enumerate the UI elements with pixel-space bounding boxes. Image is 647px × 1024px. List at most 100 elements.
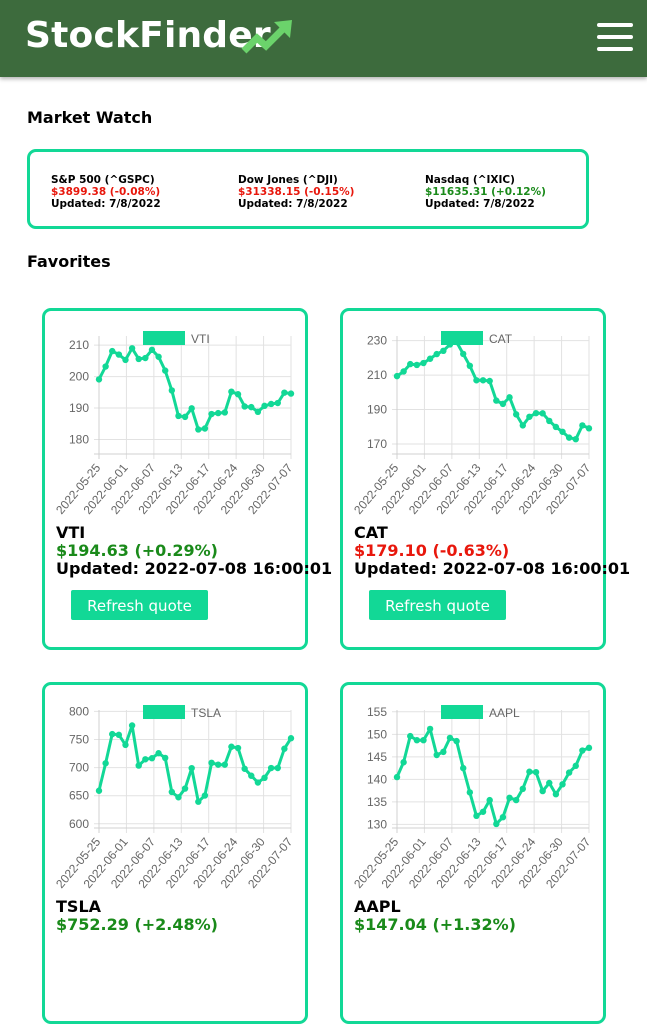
data-point — [274, 399, 281, 407]
data-point — [142, 354, 149, 362]
data-point — [539, 410, 546, 417]
y-tick-label: 190 — [69, 401, 89, 415]
card-symbol: VTI — [56, 523, 86, 542]
data-point — [407, 360, 414, 368]
favorite-card: 130 135 140 145 150 155 2022-05-25 2022-06-01 20… — [340, 682, 606, 1024]
data-point — [433, 350, 440, 358]
card-symbol: CAT — [354, 523, 388, 542]
data-point — [446, 734, 454, 742]
data-point — [585, 425, 593, 432]
data-point — [241, 765, 248, 772]
trend-up-icon — [241, 20, 292, 54]
data-point — [565, 434, 573, 441]
y-tick-label: 210 — [367, 368, 387, 382]
market-item-dow: Dow Jones (^DJI) $31338.15 (-0.15%) Upda… — [238, 174, 354, 210]
stock-chart: 1801902002102022-05-252022-06-012022-06-… — [53, 331, 296, 517]
y-tick-label: 150 — [367, 727, 387, 741]
data-point — [473, 812, 480, 820]
data-point — [162, 754, 169, 762]
data-point — [188, 764, 195, 772]
data-point — [479, 377, 487, 384]
data-point — [261, 774, 268, 782]
data-point — [95, 787, 103, 794]
data-point — [512, 411, 520, 418]
data-point — [479, 808, 487, 815]
y-tick-label: 200 — [69, 370, 89, 384]
brand-logo[interactable]: StockFinder — [25, 14, 271, 58]
y-tick-label: 130 — [367, 817, 387, 831]
market-item-name: Nasdaq (^IXIC) — [425, 174, 515, 186]
data-point — [175, 794, 182, 801]
data-point — [175, 412, 182, 420]
market-item-quote: $11635.31 (+0.12%) — [425, 186, 546, 198]
data-point — [440, 748, 447, 756]
stock-chart: 1701902102302022-05-252022-06-012022-06-… — [351, 331, 594, 517]
data-point — [552, 791, 560, 798]
data-point — [579, 422, 586, 429]
data-point — [148, 346, 156, 354]
data-point — [460, 350, 467, 358]
y-tick-label: 145 — [367, 750, 387, 764]
data-point — [168, 788, 176, 796]
data-point — [493, 397, 500, 404]
legend-swatch — [441, 705, 483, 719]
refresh-quote-button[interactable]: Refresh quote — [71, 590, 208, 620]
card-updated: Updated: 2022-07-08 16:00:01 — [56, 559, 333, 578]
y-tick-label: 155 — [367, 705, 387, 719]
data-point — [453, 338, 460, 346]
data-point — [122, 356, 129, 364]
data-point — [195, 798, 202, 805]
y-tick-label: 750 — [69, 733, 89, 747]
card-updated: Updated: 2022-07-08 16:00:01 — [354, 559, 631, 578]
data-point — [267, 400, 275, 408]
data-point — [585, 744, 593, 752]
data-point — [201, 425, 209, 432]
data-point — [109, 730, 116, 738]
card-price: $179.10 (-0.63%) — [354, 541, 510, 560]
data-point — [546, 779, 553, 787]
data-point — [486, 377, 493, 385]
legend-swatch — [143, 331, 185, 345]
data-point — [122, 741, 129, 749]
stock-chart: 1301351401451501552022-05-252022-06-0120… — [351, 705, 593, 891]
market-item-updated: Updated: 7/8/2022 — [238, 198, 348, 210]
data-point — [499, 400, 507, 408]
data-point — [274, 764, 281, 772]
card-price: $752.29 (+2.48%) — [56, 915, 218, 934]
data-point — [413, 361, 421, 369]
data-point — [135, 762, 142, 769]
data-point — [188, 405, 195, 412]
data-point — [532, 768, 540, 776]
hamburger-menu-button[interactable] — [597, 23, 633, 51]
data-point — [228, 388, 235, 395]
y-tick-label: 800 — [69, 704, 89, 718]
data-point — [248, 772, 255, 779]
card-symbol: AAPL — [354, 897, 401, 916]
data-point — [208, 410, 215, 418]
data-point — [440, 347, 447, 355]
y-tick-label: 190 — [367, 403, 387, 417]
data-point — [201, 792, 209, 799]
data-point — [413, 736, 421, 744]
series-line — [396, 340, 590, 441]
legend-label: AAPL — [489, 706, 520, 720]
data-point — [168, 387, 176, 394]
data-point — [142, 756, 149, 763]
data-point — [559, 781, 566, 788]
data-point — [162, 367, 169, 374]
data-point — [572, 762, 579, 770]
data-point — [214, 761, 222, 768]
market-watch-panel: S&P 500 (^GSPC) $3899.38 (-0.08%) Update… — [27, 149, 589, 229]
data-point — [115, 731, 123, 739]
favorite-card: 600 650 700 750 800 2022-05-25 2022-06-01 2022-… — [42, 682, 308, 1024]
legend-label: CAT — [489, 332, 513, 346]
data-point — [109, 347, 116, 355]
refresh-quote-button[interactable]: Refresh quote — [369, 590, 506, 620]
data-point — [195, 426, 202, 433]
data-point — [493, 820, 500, 828]
market-item-name: S&P 500 (^GSPC) — [51, 174, 155, 186]
data-point — [407, 732, 414, 740]
data-point — [466, 789, 474, 796]
data-point — [453, 737, 460, 745]
data-point — [552, 423, 560, 431]
